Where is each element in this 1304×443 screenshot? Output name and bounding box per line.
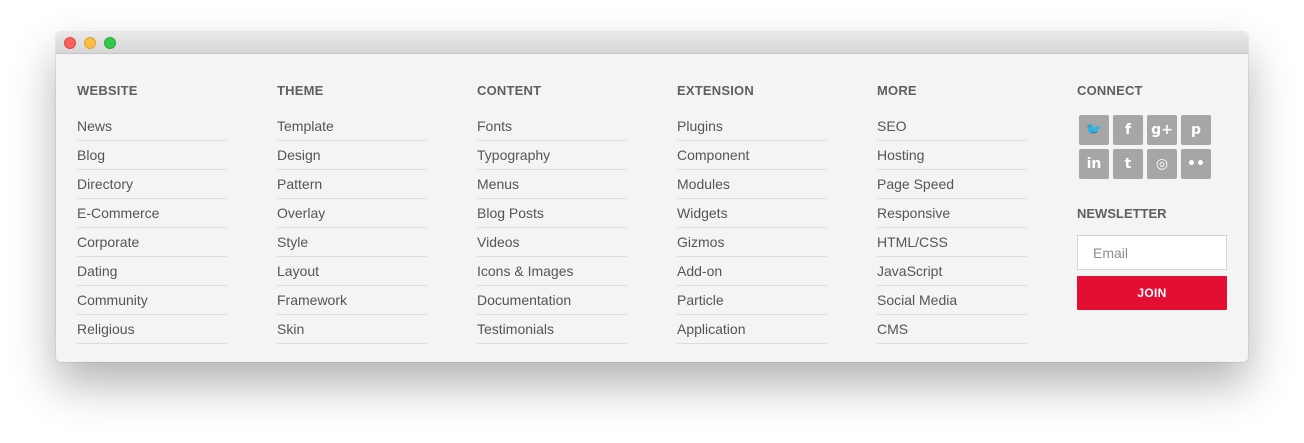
pinterest-icon[interactable]: p [1181,115,1211,145]
footer-link[interactable]: Responsive [877,199,1027,228]
footer-link[interactable]: Plugins [677,112,827,141]
footer-menu: WEBSITE News Blog Directory E-Commerce Corpor… [77,54,1248,362]
link-list: Fonts Typography Menus Blog Posts Videos Icon… [477,112,627,344]
join-button[interactable]: JOIN [1077,276,1227,310]
footer-link[interactable]: Documentation [477,286,627,315]
link-list: News Blog Directory E-Commerce Corporate Dati… [77,112,227,344]
column-title: MORE [877,83,917,98]
footer-link[interactable]: Pattern [277,170,427,199]
window-titlebar [56,32,1248,54]
footer-link[interactable]: Blog Posts [477,199,627,228]
footer-link[interactable]: Dating [77,257,227,286]
footer-link[interactable]: Typography [477,141,627,170]
linkedin-icon[interactable]: in [1079,149,1109,179]
footer-link[interactable]: Widgets [677,199,827,228]
footer-link[interactable]: Directory [77,170,227,199]
footer-link[interactable]: HTML/CSS [877,228,1027,257]
footer-link[interactable]: Modules [677,170,827,199]
footer-link[interactable]: Menus [477,170,627,199]
footer-link[interactable]: Overlay [277,199,427,228]
flickr-icon[interactable]: •• [1181,149,1211,179]
footer-link[interactable]: Community [77,286,227,315]
link-list: SEO Hosting Page Speed Responsive HTML/CSS Ja… [877,112,1027,344]
footer-link[interactable]: Hosting [877,141,1027,170]
footer-link[interactable]: News [77,112,227,141]
link-list: Template Design Pattern Overlay Style Layout F… [277,112,427,344]
facebook-icon[interactable]: f [1113,115,1143,145]
footer-link[interactable]: Framework [277,286,427,315]
newsletter-title: NEWSLETTER [1077,206,1167,221]
browser-window: WEBSITE News Blog Directory E-Commerce Corpor… [56,32,1248,362]
tumblr-icon[interactable]: t [1113,149,1143,179]
column-title: EXTENSION [677,83,754,98]
footer-link[interactable]: Religious [77,315,227,344]
footer-link[interactable]: Component [677,141,827,170]
footer-link[interactable]: Testimonials [477,315,627,344]
footer-link[interactable]: Add-on [677,257,827,286]
footer-link[interactable]: Gizmos [677,228,827,257]
twitter-icon[interactable]: 🐦 [1079,115,1109,145]
footer-link[interactable]: Layout [277,257,427,286]
link-list: Plugins Component Modules Widgets Gizmos Add-… [677,112,827,344]
footer-link[interactable]: Page Speed [877,170,1027,199]
footer-link[interactable]: Blog [77,141,227,170]
footer-link[interactable]: Corporate [77,228,227,257]
footer-link[interactable]: Icons & Images [477,257,627,286]
footer-link[interactable]: Template [277,112,427,141]
footer-link[interactable]: Social Media [877,286,1027,315]
column-title: THEME [277,83,324,98]
footer-link[interactable]: CMS [877,315,1027,344]
footer-link[interactable]: SEO [877,112,1027,141]
footer-link[interactable]: Fonts [477,112,627,141]
column-title: WEBSITE [77,83,138,98]
google-plus-icon[interactable]: g+ [1147,115,1177,145]
instagram-icon[interactable]: ◎ [1147,149,1177,179]
email-field[interactable] [1077,235,1227,270]
footer-link[interactable]: Application [677,315,827,344]
connect-title: CONNECT [1077,83,1143,98]
footer-link[interactable]: Style [277,228,427,257]
footer-link[interactable]: JavaScript [877,257,1027,286]
footer-link[interactable]: Skin [277,315,427,344]
footer-link[interactable]: Videos [477,228,627,257]
close-window-button[interactable] [64,37,76,49]
footer-link[interactable]: Particle [677,286,827,315]
maximize-window-button[interactable] [104,37,116,49]
footer-link[interactable]: E-Commerce [77,199,227,228]
column-title: CONTENT [477,83,542,98]
minimize-window-button[interactable] [84,37,96,49]
footer-link[interactable]: Design [277,141,427,170]
